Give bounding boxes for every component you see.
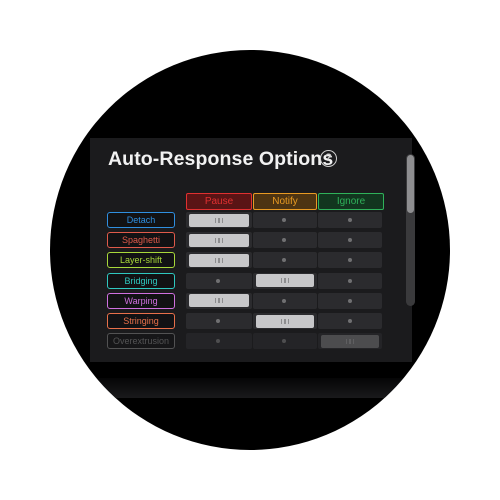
option-cell-overextrusion-pause[interactable] [186, 333, 252, 350]
selected-toggle[interactable] [189, 213, 249, 227]
unselected-dot-icon [216, 278, 220, 283]
selected-toggle[interactable] [189, 253, 249, 267]
grip-icon [281, 318, 289, 324]
grip-icon [215, 257, 223, 263]
option-cell-detach-pause[interactable] [186, 212, 252, 228]
overflow-fade [90, 378, 412, 398]
grip-icon [215, 298, 223, 304]
unselected-dot-icon [348, 319, 352, 323]
option-cell-warping-pause[interactable] [186, 292, 252, 309]
option-cell-layer-shift-ignore[interactable] [318, 252, 382, 269]
grip-icon [281, 278, 289, 284]
row-label-detach: Detach [107, 212, 175, 228]
row-label-layer-shift: Layer-shift [107, 252, 175, 269]
option-cell-overextrusion-notify[interactable] [253, 333, 317, 350]
option-cell-spaghetti-notify[interactable] [253, 232, 317, 249]
row-label-stringing: Stringing [107, 313, 175, 329]
unselected-dot-icon [282, 238, 286, 243]
option-cell-warping-ignore[interactable] [318, 292, 382, 309]
selected-toggle[interactable] [189, 294, 249, 308]
help-icon[interactable]: ? [320, 150, 337, 167]
column-header-ignore: Ignore [318, 193, 384, 210]
option-cell-layer-shift-pause[interactable] [186, 252, 252, 269]
option-cell-layer-shift-notify[interactable] [253, 252, 317, 269]
selected-toggle[interactable] [321, 334, 379, 348]
unselected-dot-icon [348, 278, 352, 283]
scrollbar-thumb[interactable] [407, 155, 414, 213]
unselected-dot-icon [216, 339, 220, 344]
option-cell-spaghetti-pause[interactable] [186, 232, 252, 249]
unselected-dot-icon [348, 218, 352, 222]
panel-title: Auto-Response Options [108, 148, 334, 170]
circular-viewport: Auto-Response Options ? Pause Notify Ignor… [50, 50, 450, 450]
unselected-dot-icon [282, 339, 286, 344]
unselected-dot-icon [282, 218, 286, 222]
unselected-dot-icon [348, 258, 352, 263]
option-cell-bridging-pause[interactable] [186, 272, 252, 289]
unselected-dot-icon [282, 298, 286, 303]
option-cell-warping-notify[interactable] [253, 292, 317, 309]
unselected-dot-icon [348, 298, 352, 303]
column-header-pause: Pause [186, 193, 252, 210]
row-label-warping: Warping [107, 292, 175, 309]
option-cell-stringing-notify[interactable] [253, 313, 317, 329]
auto-response-panel: Auto-Response Options ? Pause Notify Ignor… [90, 138, 412, 398]
grip-icon [215, 217, 223, 223]
selected-toggle[interactable] [189, 233, 249, 247]
option-cell-stringing-ignore[interactable] [318, 313, 382, 329]
option-cell-bridging-notify[interactable] [253, 272, 317, 289]
row-label-spaghetti: Spaghetti [107, 232, 175, 249]
column-header-notify: Notify [253, 193, 317, 210]
selected-toggle[interactable] [256, 314, 314, 328]
option-cell-detach-notify[interactable] [253, 212, 317, 228]
grip-icon [346, 338, 354, 344]
option-cell-detach-ignore[interactable] [318, 212, 382, 228]
unselected-dot-icon [282, 258, 286, 263]
option-cell-overextrusion-ignore[interactable] [318, 333, 382, 350]
option-cell-bridging-ignore[interactable] [318, 272, 382, 289]
row-label-overextrusion: Overextrusion [107, 333, 175, 350]
unselected-dot-icon [348, 238, 352, 243]
grip-icon [215, 237, 223, 243]
option-cell-spaghetti-ignore[interactable] [318, 232, 382, 249]
selected-toggle[interactable] [256, 274, 314, 288]
row-label-bridging: Bridging [107, 272, 175, 289]
unselected-dot-icon [216, 319, 220, 323]
scrollbar[interactable] [406, 154, 415, 306]
option-cell-stringing-pause[interactable] [186, 313, 252, 329]
